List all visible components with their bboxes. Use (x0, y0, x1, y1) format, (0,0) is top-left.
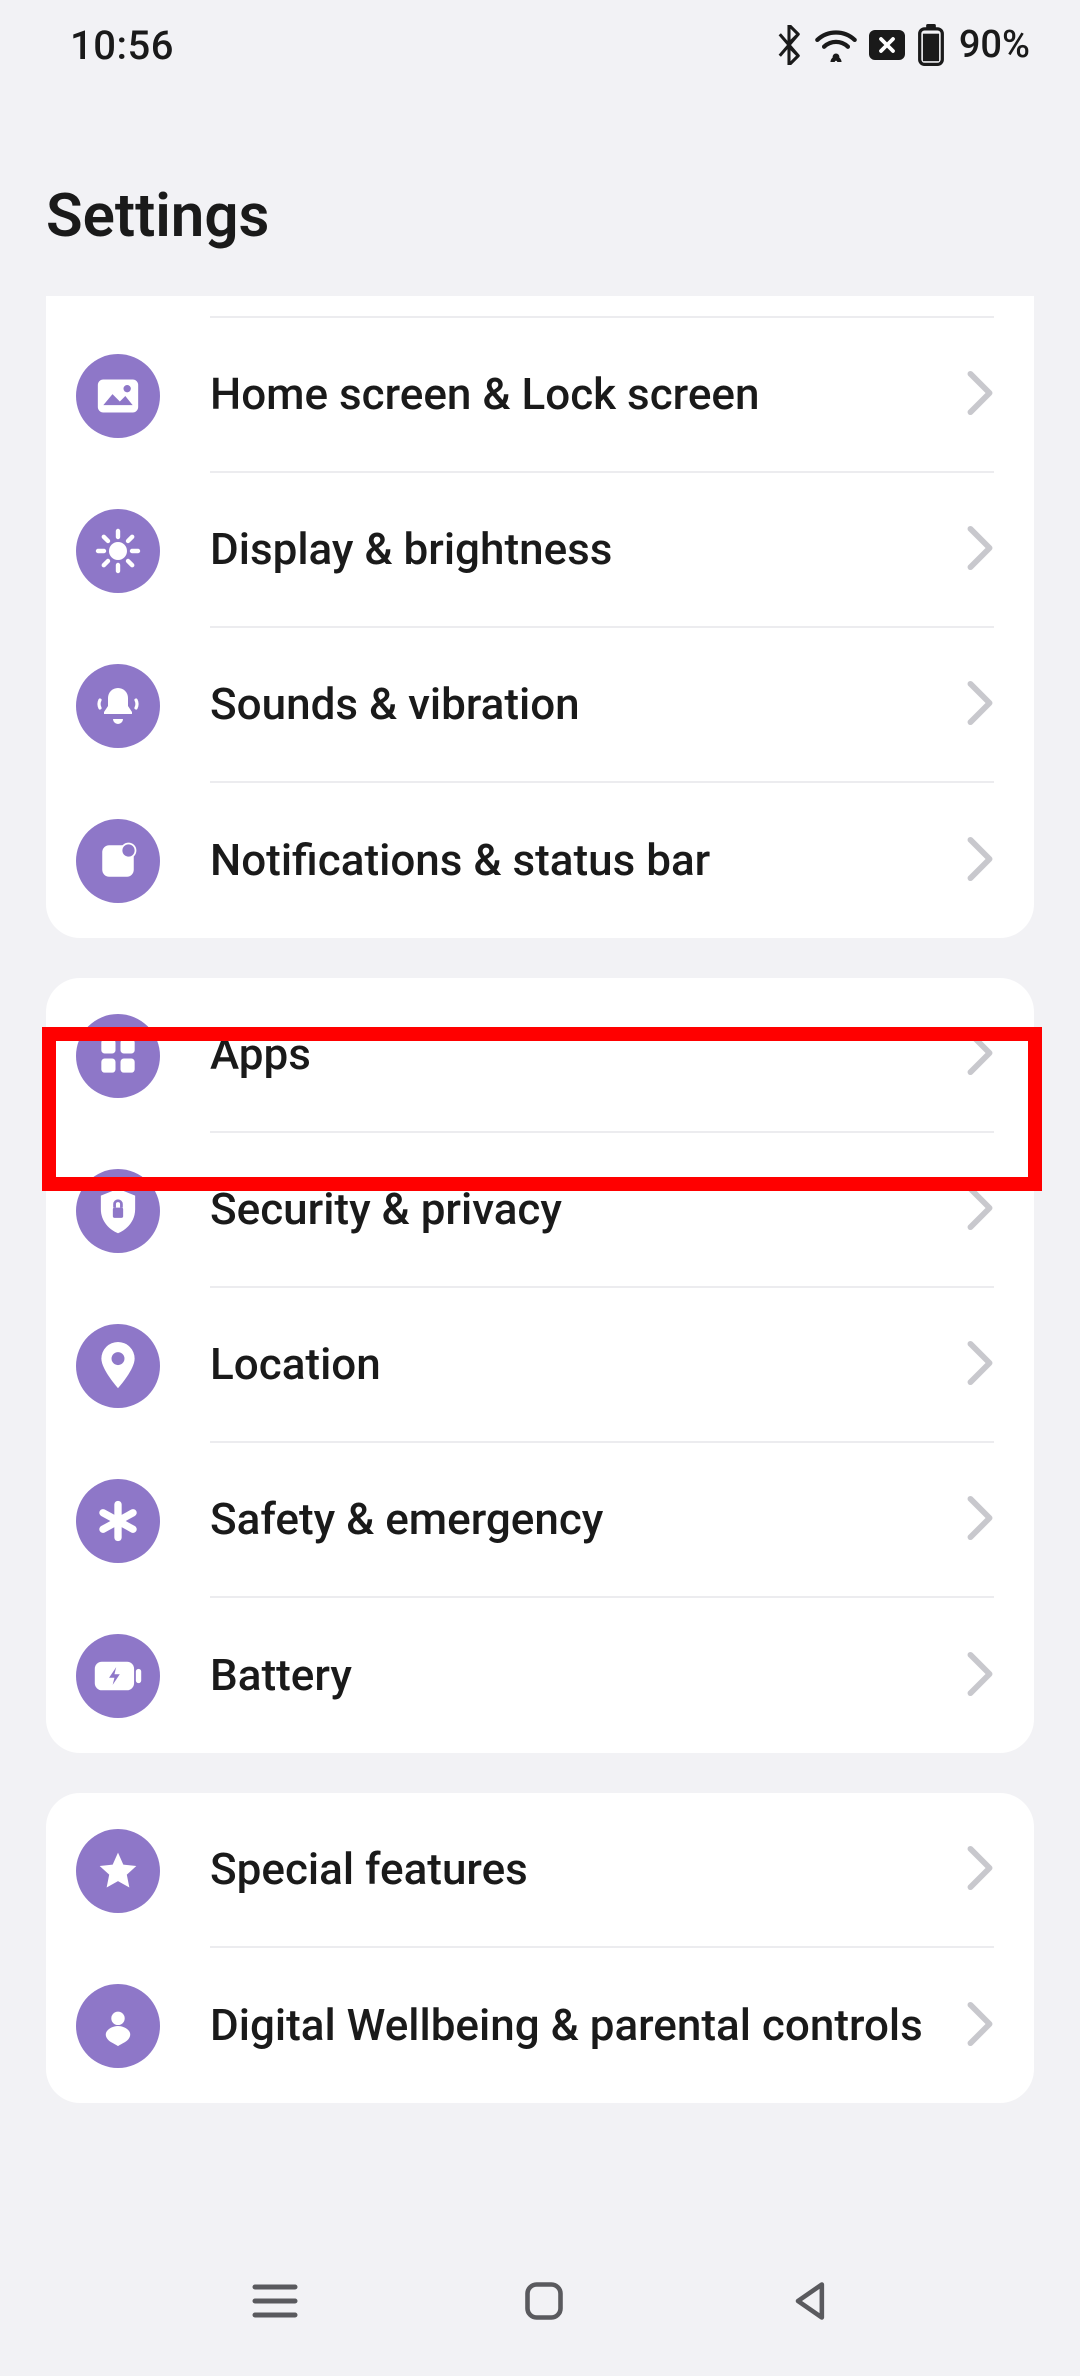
settings-item-label: Notifications & status bar (210, 810, 730, 911)
settings-item-label: Home screen & Lock screen (210, 344, 779, 445)
status-time: 10:56 (70, 22, 174, 69)
settings-item-apps[interactable]: Apps (46, 978, 1034, 1133)
settings-item-label: Battery (210, 1625, 372, 1726)
settings-group: Wallpapers & style Home screen & Lock sc… (46, 296, 1034, 938)
mute-icon (869, 30, 905, 60)
settings-item-label: Security & privacy (210, 1159, 582, 1260)
chevron-right-icon (966, 1185, 994, 1235)
chevron-right-icon (966, 1651, 994, 1701)
settings-item-location[interactable]: Location (46, 1288, 1034, 1443)
settings-item-label: Location (210, 1314, 401, 1415)
chevron-right-icon (966, 836, 994, 886)
settings-item-display[interactable]: Display & brightness (46, 473, 1034, 628)
home-button[interactable] (522, 2279, 566, 2327)
settings-item-sounds[interactable]: Sounds & vibration (46, 628, 1034, 783)
settings-item-notifications[interactable]: Notifications & status bar (46, 783, 1034, 938)
settings-item-safety[interactable]: Safety & emergency (46, 1443, 1034, 1598)
notification-icon (76, 819, 160, 903)
settings-item-homescreen[interactable]: Home screen & Lock screen (46, 318, 1034, 473)
recent-apps-button[interactable] (251, 2281, 299, 2325)
pin-icon (76, 1324, 160, 1408)
settings-item-label: Digital Wellbeing & parental controls (210, 1975, 943, 2076)
settings-group: Special features Digital Wellbeing & par… (46, 1793, 1034, 2103)
wifi-icon (815, 28, 857, 62)
star-icon (76, 1829, 160, 1913)
image-icon (76, 354, 160, 438)
battery-charge-icon (76, 1634, 160, 1718)
bell-icon (76, 664, 160, 748)
battery-icon (917, 24, 945, 66)
apps-icon (76, 1014, 160, 1098)
status-bar: 10:56 90% (0, 0, 1080, 90)
chevron-right-icon (966, 1030, 994, 1080)
chevron-right-icon (966, 1495, 994, 1545)
bluetooth-icon (775, 25, 803, 65)
settings-item-label: Safety & emergency (210, 1469, 623, 1570)
settings-item-wallpapers[interactable]: Wallpapers & style (46, 296, 1034, 318)
back-button[interactable] (789, 2279, 829, 2327)
chevron-right-icon (966, 2001, 994, 2051)
asterisk-icon (76, 1479, 160, 1563)
status-indicators: 90% (775, 23, 1030, 67)
page-title: Settings (0, 90, 1080, 307)
settings-item-label: Special features (210, 1819, 548, 1920)
chevron-right-icon (966, 680, 994, 730)
battery-percent: 90% (959, 23, 1030, 67)
sun-icon (76, 509, 160, 593)
settings-group: Apps Security & privacy Location (46, 978, 1034, 1753)
system-nav-bar (0, 2230, 1080, 2376)
settings-item-label: Sounds & vibration (210, 654, 600, 755)
settings-item-special[interactable]: Special features (46, 1793, 1034, 1948)
chevron-right-icon (966, 1845, 994, 1895)
settings-item-wellbeing[interactable]: Digital Wellbeing & parental controls (46, 1948, 1034, 2103)
settings-item-label: Display & brightness (210, 499, 632, 600)
chevron-right-icon (966, 370, 994, 420)
chevron-right-icon (966, 525, 994, 575)
settings-scroll[interactable]: Wallpapers & style Home screen & Lock sc… (0, 296, 1080, 2230)
shield-lock-icon (76, 1169, 160, 1253)
settings-item-security[interactable]: Security & privacy (46, 1133, 1034, 1288)
settings-item-label: Apps (210, 1004, 331, 1105)
settings-item-battery[interactable]: Battery (46, 1598, 1034, 1753)
chevron-right-icon (966, 1340, 994, 1390)
wellbeing-icon (76, 1984, 160, 2068)
